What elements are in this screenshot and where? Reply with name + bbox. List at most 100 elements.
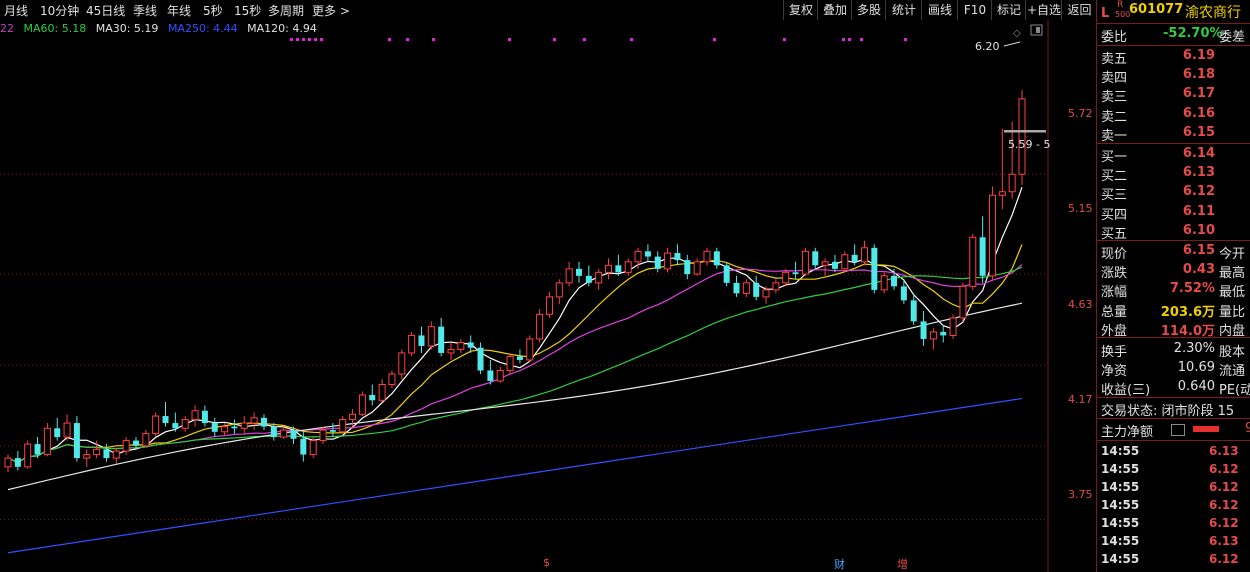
candle-body (536, 313, 544, 340)
multi-stock-button[interactable]: 多股 (851, 0, 886, 20)
candle-body (742, 282, 750, 294)
restore-rights-button[interactable]: 复权 (783, 0, 818, 20)
candle-body (349, 413, 357, 421)
tick-time: 14:55 (1101, 534, 1140, 548)
bid-label: 买一 (1101, 150, 1128, 165)
draw-line-button[interactable]: 画线 (921, 0, 958, 20)
price-axis-label: 5.72 (1068, 107, 1093, 120)
index-badge: 500 (1115, 10, 1131, 19)
candle-body (34, 444, 41, 455)
period-10min[interactable]: 10分钟 (40, 2, 79, 19)
signal-dot (848, 38, 851, 41)
stat-row: 涨幅 7.52% 最低 (1101, 280, 1250, 301)
candle-body (132, 440, 139, 446)
candle-body (103, 449, 110, 459)
tick-time: 14:55 (1101, 480, 1140, 494)
bid-label: 买二 (1101, 169, 1128, 185)
price-axis-label: 4.17 (1068, 393, 1093, 406)
candle-body (43, 427, 51, 456)
candle-body (693, 261, 701, 275)
bid-value: 6.14 (1182, 146, 1215, 161)
candle-body (477, 347, 484, 371)
candle-body (369, 395, 376, 401)
candle-body (378, 383, 386, 401)
stat-label: 换手 (1101, 345, 1128, 360)
stats-button[interactable]: 统计 (885, 0, 922, 20)
candle-body (723, 265, 730, 283)
tick-row: 14:55 6.13 (1101, 443, 1250, 461)
candle-body (191, 410, 199, 421)
candle-body (801, 250, 809, 275)
level-badge: L (1101, 6, 1110, 21)
ma-legend-item: 22 (0, 22, 14, 35)
candle-body (73, 423, 80, 459)
stat-tail-label: 最低 (1219, 285, 1246, 301)
bid-row: 买三 6.12 (1101, 183, 1250, 204)
candle-body (654, 256, 661, 269)
signal-dot (296, 38, 299, 41)
period-month[interactable]: 月线 (4, 2, 28, 19)
ask-label: 卖二 (1101, 109, 1128, 125)
candle-body (595, 271, 603, 284)
candle-body (162, 416, 169, 424)
signal-dot (314, 38, 317, 41)
candle-body (319, 429, 327, 442)
signal-dot (320, 38, 323, 41)
tick-price: 6.12 (1209, 480, 1239, 494)
candle-body (14, 458, 21, 467)
event-marker[interactable]: $ (543, 556, 550, 569)
ask-value: 6.17 (1182, 86, 1215, 102)
add-watchlist-button[interactable]: +自选 (1025, 0, 1062, 20)
candle-body (329, 430, 336, 432)
tick-price: 6.12 (1209, 516, 1239, 530)
bid-label: 买三 (1101, 188, 1128, 204)
period-45day[interactable]: 45日线 (86, 2, 125, 19)
candle-body (762, 289, 770, 298)
candle-body (408, 334, 416, 354)
kline-chart[interactable]: 6.20 ◇ 5.59 - 5 (0, 20, 1096, 572)
stat-row: 换手 2.30% 股本 (1101, 340, 1250, 360)
main-flow-row: 主力净额 9 (1101, 420, 1250, 440)
candle-body (388, 373, 396, 385)
candle-body (988, 194, 996, 277)
period-multi[interactable]: 多周期 (268, 2, 304, 19)
candle-body (841, 254, 849, 270)
candle-body (339, 419, 347, 433)
candle-body (949, 317, 957, 336)
candle-body (447, 348, 455, 354)
period-15sec[interactable]: 15秒 (234, 2, 261, 19)
tick-time: 14:55 (1101, 552, 1140, 566)
stat-tail-label: 内盘 (1219, 323, 1246, 339)
ma-legend-item: MA60: 5.18 (23, 22, 87, 35)
candle-body (812, 251, 819, 266)
period-quarter[interactable]: 季线 (133, 2, 157, 19)
candle-body (260, 417, 267, 427)
candle-body (959, 285, 967, 319)
candle-body (172, 423, 179, 429)
ask-label: 卖五 (1101, 52, 1128, 67)
tick-row: 14:55 6.12 (1101, 515, 1250, 533)
candle-body (438, 326, 445, 353)
candle-body (713, 251, 720, 266)
period-more[interactable]: 更多 > (312, 2, 350, 19)
overlay-button[interactable]: 叠加 (817, 0, 852, 20)
increase-marker[interactable]: 增 (897, 556, 908, 572)
ask-label: 卖一 (1101, 128, 1128, 144)
signal-dot (432, 38, 435, 41)
candle-body (969, 236, 977, 287)
f10-button[interactable]: F10 (957, 0, 992, 20)
back-button[interactable]: 返回 (1061, 0, 1097, 20)
candle-body (821, 261, 829, 266)
candle-body (900, 286, 907, 301)
candle-body (496, 369, 504, 382)
candle-body (880, 275, 888, 291)
period-year[interactable]: 年线 (167, 2, 191, 19)
stat-tail-label: 量比 (1219, 304, 1246, 320)
ask-row: 卖二 6.16 (1101, 105, 1250, 125)
finance-marker[interactable]: 财 (834, 556, 845, 572)
stat-tail-label: PE(动 (1219, 383, 1250, 398)
period-5sec[interactable]: 5秒 (203, 2, 223, 19)
flow-toggle-icon[interactable] (1171, 424, 1185, 436)
mark-button[interactable]: 标记 (991, 0, 1026, 20)
tick-row: 14:55 6.12 (1101, 479, 1250, 497)
